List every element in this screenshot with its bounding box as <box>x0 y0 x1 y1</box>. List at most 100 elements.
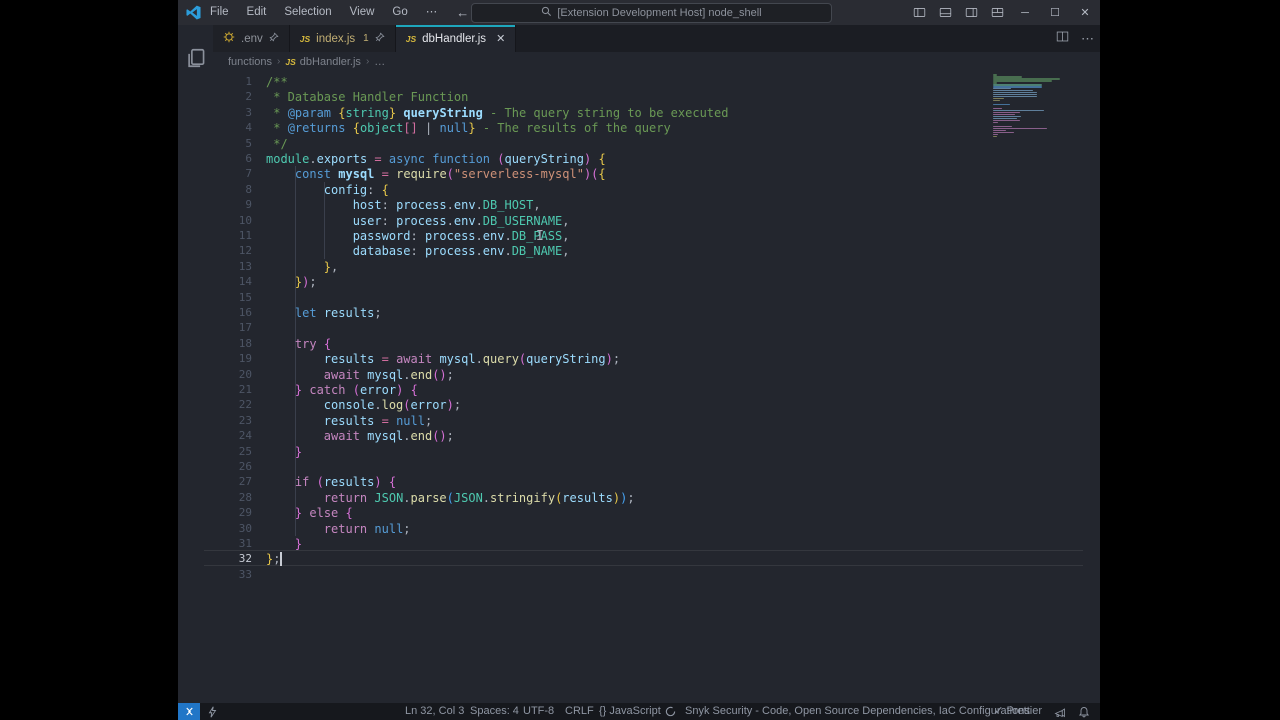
code-line-7[interactable]: const mysql = require("serverless-mysql"… <box>178 166 1083 182</box>
minimize-button[interactable]: ─ <box>1010 0 1040 25</box>
menu-item-file[interactable]: File <box>201 0 238 25</box>
code-line-19[interactable]: results = await mysql.query(queryString)… <box>178 351 1083 367</box>
menu-item-selection[interactable]: Selection <box>275 0 340 25</box>
toggle-sidebar-icon[interactable] <box>906 0 932 25</box>
code-line-24[interactable]: await mysql.end(); <box>178 428 1083 444</box>
code-line-25[interactable]: } <box>178 444 1083 460</box>
code-text: let results; <box>266 305 382 321</box>
breadcrumb-label: functions <box>228 56 272 68</box>
code-line-1[interactable]: /** <box>178 74 1083 90</box>
code-line-16[interactable]: let results; <box>178 305 1083 321</box>
code-line-21[interactable]: } catch (error) { <box>178 382 1083 398</box>
code-line-3[interactable]: * @param {string} queryString - The quer… <box>178 105 1083 121</box>
code-line-17[interactable] <box>178 320 1083 336</box>
code-line-27[interactable]: if (results) { <box>178 474 1083 490</box>
breadcrumb-separator: › <box>277 56 280 67</box>
code-line-14[interactable]: }); <box>178 274 1083 290</box>
code-text: } catch (error) { <box>266 382 418 398</box>
code-text: */ <box>266 136 288 152</box>
status-prettier[interactable]: ✓ Prettier <box>994 703 1042 720</box>
remote-indicator[interactable] <box>178 703 200 720</box>
tab-close-icon[interactable]: ✕ <box>496 32 505 45</box>
code-text: }); <box>266 274 317 290</box>
code-line-20[interactable]: await mysql.end(); <box>178 367 1083 383</box>
tab-env[interactable]: .env <box>213 25 290 52</box>
tab-label: index.js <box>316 33 355 45</box>
toggle-panel-icon[interactable] <box>932 0 958 25</box>
code-line-2[interactable]: * Database Handler Function <box>178 89 1083 105</box>
vscode-window: FileEditSelectionViewGo⋯ ← → [Extension … <box>178 0 1100 720</box>
menu-item-more[interactable]: ⋯ <box>417 0 447 25</box>
maximize-button[interactable]: ☐ <box>1040 0 1070 25</box>
code-line-5[interactable]: */ <box>178 136 1083 152</box>
close-button[interactable]: ✕ <box>1070 0 1100 25</box>
code-text: * Database Handler Function <box>266 89 468 105</box>
gear-icon <box>223 31 235 46</box>
split-editor-icon[interactable] <box>1056 30 1069 48</box>
code-text: } <box>266 444 302 460</box>
code-line-30[interactable]: return null; <box>178 521 1083 537</box>
code-line-10[interactable]: user: process.env.DB_USERNAME, <box>178 213 1083 229</box>
code-text: await mysql.end(); <box>266 367 454 383</box>
toggle-secondary-sidebar-icon[interactable] <box>958 0 984 25</box>
menu-item-edit[interactable]: Edit <box>238 0 276 25</box>
explorer-icon[interactable] <box>184 46 207 69</box>
bell-icon[interactable] <box>1078 703 1090 720</box>
plug-bolt-icon[interactable] <box>208 703 217 720</box>
window-controls: ─☐✕ <box>906 0 1100 25</box>
code-line-11[interactable]: password: process.env.DB_PASS, <box>178 228 1083 244</box>
tab-indexjs[interactable]: JSindex.js1 <box>290 25 396 52</box>
tab-modified-badge: 1 <box>363 33 369 44</box>
minimap-line <box>993 132 1014 134</box>
menu-item-go[interactable]: Go <box>383 0 416 25</box>
code-line-6[interactable]: module.exports = async function (querySt… <box>178 151 1083 167</box>
feedback-icon[interactable] <box>1054 703 1066 720</box>
status-bar: Ln 32, Col 3 Spaces: 4UTF-8 CRLF {} JavaScr… <box>178 703 1100 720</box>
code-text: * @param {string} queryString - The quer… <box>266 105 728 121</box>
js-icon: JS <box>285 56 295 68</box>
minimap-line <box>993 80 1052 82</box>
code-editor[interactable]: 1/**2 * Database Handler Function3 * @pa… <box>178 71 1100 703</box>
breadcrumb-item[interactable]: … <box>374 56 385 68</box>
minimap-line <box>993 136 997 138</box>
status-crlf[interactable]: CRLF <box>565 703 594 720</box>
status-utf8[interactable]: UTF-8 <box>523 703 554 720</box>
tab-label: .env <box>241 33 263 45</box>
more-actions-icon[interactable]: ⋯ <box>1081 31 1094 47</box>
code-line-8[interactable]: config: { <box>178 182 1083 198</box>
code-line-4[interactable]: * @returns {object[] | null} - The resul… <box>178 120 1083 136</box>
code-line-22[interactable]: console.log(error); <box>178 397 1083 413</box>
code-line-12[interactable]: database: process.env.DB_NAME, <box>178 243 1083 259</box>
tab-dbHandlerjs[interactable]: JSdbHandler.js✕ <box>396 25 517 52</box>
code-line-26[interactable] <box>178 459 1083 475</box>
code-text: if (results) { <box>266 474 396 490</box>
code-line-13[interactable]: }, <box>178 259 1083 275</box>
editor-actions: ⋯ <box>1056 25 1094 52</box>
pin-icon[interactable] <box>375 32 385 45</box>
status-spinner[interactable] <box>665 703 676 720</box>
pin-icon[interactable] <box>269 32 279 45</box>
breadcrumb-item[interactable]: JSdbHandler.js <box>285 56 361 68</box>
code-line-9[interactable]: host: process.env.DB_HOST, <box>178 197 1083 213</box>
text-cursor <box>280 552 282 566</box>
code-line-29[interactable]: } else { <box>178 505 1083 521</box>
code-line-23[interactable]: results = null; <box>178 413 1083 429</box>
code-line-33[interactable] <box>178 567 1083 583</box>
code-line-28[interactable]: return JSON.parse(JSON.stringify(results… <box>178 490 1083 506</box>
menu-item-view[interactable]: View <box>341 0 384 25</box>
minimap[interactable] <box>993 74 1081 139</box>
code-line-18[interactable]: try { <box>178 336 1083 352</box>
breadcrumb-item[interactable]: functions <box>228 56 272 68</box>
minimap-line <box>993 122 998 124</box>
code-line-32[interactable]: }; <box>178 551 1083 567</box>
status-ln[interactable]: Ln 32, Col 3 <box>405 703 464 720</box>
code-text: const mysql = require("serverless-mysql"… <box>266 166 606 182</box>
code-line-15[interactable] <box>178 290 1083 306</box>
code-text: password: process.env.DB_PASS, <box>266 228 570 244</box>
customize-layout-icon[interactable] <box>984 0 1010 25</box>
status-snyk[interactable]: Snyk Security - Code, Open Source Depend… <box>685 703 1030 720</box>
minimap-line <box>993 128 1047 130</box>
command-center[interactable]: [Extension Development Host] node_shell <box>471 3 832 23</box>
status-[interactable]: {} JavaScript <box>599 703 661 720</box>
status-spaces[interactable]: Spaces: 4 <box>470 703 519 720</box>
